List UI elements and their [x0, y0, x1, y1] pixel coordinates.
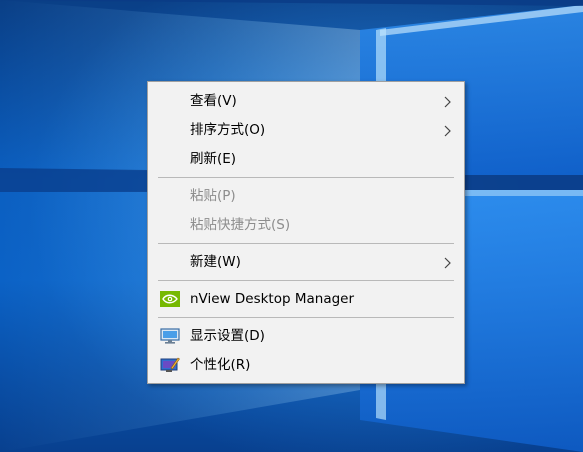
chevron-right-icon — [444, 87, 452, 116]
menu-separator — [158, 280, 454, 281]
menu-item-label: 刷新(E) — [190, 151, 237, 167]
menu-separator — [158, 177, 454, 178]
menu-item-label: 查看(V) — [190, 93, 237, 109]
display-settings-icon — [160, 327, 180, 345]
menu-item-label: 粘贴(P) — [190, 188, 236, 204]
desktop-context-menu: 查看(V) 排序方式(O) 刷新(E) 粘贴(P) 粘贴快捷方式(S) 新建(W… — [147, 81, 465, 384]
menu-item-label: 显示设置(D) — [190, 328, 265, 344]
menu-item-label: nView Desktop Manager — [190, 291, 355, 307]
menu-item-paste-shortcut[interactable]: 粘贴快捷方式(S) — [148, 211, 464, 240]
menu-item-label: 排序方式(O) — [190, 122, 266, 138]
menu-item-nview-desktop-manager[interactable]: nView Desktop Manager — [148, 285, 464, 314]
menu-item-sort-by[interactable]: 排序方式(O) — [148, 116, 464, 145]
menu-item-display-settings[interactable]: 显示设置(D) — [148, 322, 464, 351]
menu-item-personalize[interactable]: 个性化(R) — [148, 351, 464, 380]
nvidia-icon — [160, 290, 180, 308]
chevron-right-icon — [444, 248, 452, 277]
chevron-right-icon — [444, 116, 452, 145]
menu-item-label: 新建(W) — [190, 254, 241, 270]
menu-separator — [158, 317, 454, 318]
menu-item-view[interactable]: 查看(V) — [148, 87, 464, 116]
menu-item-new[interactable]: 新建(W) — [148, 248, 464, 277]
menu-item-refresh[interactable]: 刷新(E) — [148, 145, 464, 174]
personalize-icon — [160, 356, 180, 374]
menu-item-label: 个性化(R) — [190, 357, 251, 373]
menu-item-label: 粘贴快捷方式(S) — [190, 217, 291, 233]
menu-item-paste[interactable]: 粘贴(P) — [148, 182, 464, 211]
menu-separator — [158, 243, 454, 244]
